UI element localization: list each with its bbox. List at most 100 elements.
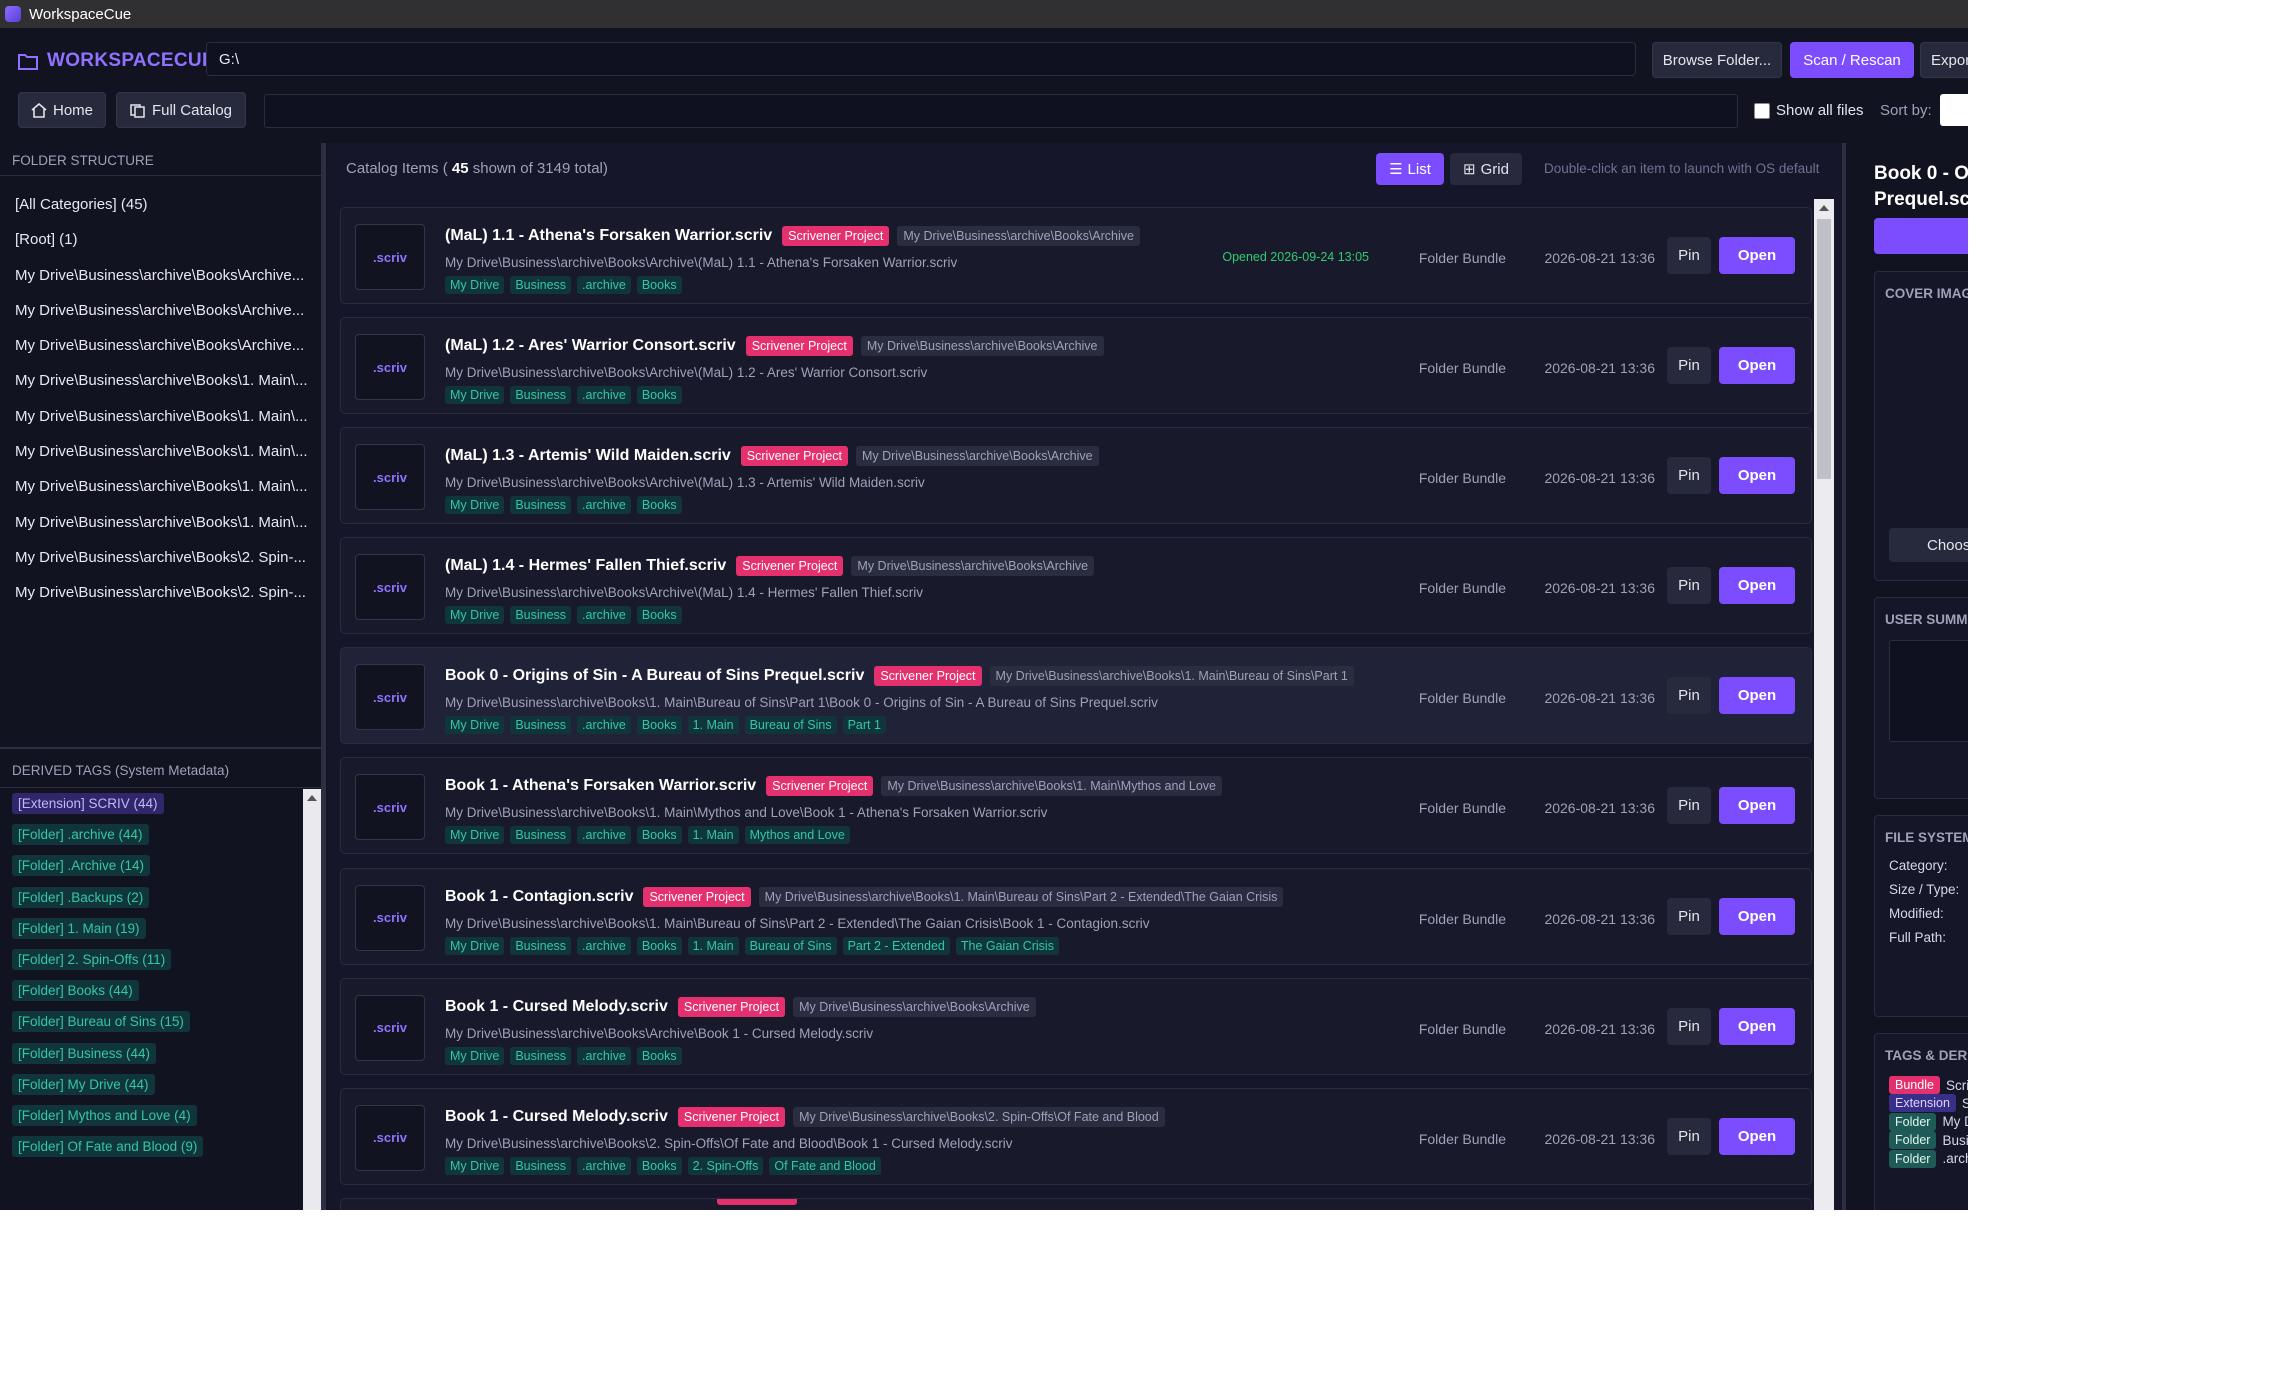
show-all-files-toggle[interactable]: Show all files bbox=[1754, 102, 1864, 119]
derived-tag[interactable]: [Folder] Business (44) bbox=[12, 1042, 157, 1064]
item-name: (MaL) 1.4 - Hermes' Fallen Thief.scriv bbox=[445, 557, 727, 575]
scan-rescan-button[interactable]: Scan / Rescan bbox=[1790, 42, 1914, 78]
catalog-item[interactable]: .scriv Book 0 - Origins of Sin - A Bureau… bbox=[340, 647, 1812, 745]
details-title: Book 0 - Or Prequel.scr bbox=[1874, 161, 1968, 213]
derived-tag[interactable]: [Folder] 2. Spin-Offs (11) bbox=[12, 948, 172, 970]
derived-tag[interactable]: [Folder] 1. Main (19) bbox=[12, 917, 146, 939]
window-title: WorkspaceCue bbox=[29, 5, 132, 23]
open-button[interactable]: Open bbox=[1719, 237, 1795, 274]
item-tags: My Drive Business .archive Books bbox=[445, 1046, 688, 1065]
list-view-button[interactable]: ☰ List bbox=[1376, 153, 1444, 185]
tags-derived-card: TAGS & DERI Bundle ScriExtension S Folder My… bbox=[1874, 1033, 1968, 1210]
pin-button[interactable]: Pin bbox=[1667, 1117, 1711, 1155]
item-tag: Books bbox=[636, 606, 682, 625]
item-opened-date: Opened 2026-09-24 13:05 bbox=[1222, 250, 1369, 264]
full-catalog-label: Full Catalog bbox=[151, 101, 233, 119]
full-catalog-button[interactable]: Full Catalog bbox=[116, 92, 246, 128]
derived-tag[interactable]: [Folder] Mythos and Love (4) bbox=[12, 1104, 197, 1126]
item-tag: My Drive bbox=[445, 826, 505, 845]
open-button[interactable]: Open bbox=[1719, 457, 1795, 495]
derived-tag[interactable]: [Folder] .archive (44) bbox=[12, 824, 149, 846]
item-kind: Folder Bundle bbox=[1418, 800, 1506, 817]
pin-button[interactable]: Pin bbox=[1667, 897, 1711, 935]
home-button[interactable]: Home bbox=[18, 92, 106, 128]
catalog-scrollbar[interactable] bbox=[1814, 199, 1834, 1210]
catalog-item[interactable]: .scriv (MaL) 1.1 - Athena's Forsaken Warr… bbox=[340, 207, 1812, 304]
summary-textarea[interactable] bbox=[1889, 640, 1968, 742]
item-tag: Of Fate and Blood bbox=[769, 1156, 881, 1175]
folder-item[interactable]: My Drive\Business\archive\Books\1. Main\… bbox=[0, 505, 311, 540]
pin-button[interactable]: Pin bbox=[1667, 787, 1711, 825]
browse-folder-button[interactable]: Browse Folder... bbox=[1652, 42, 1782, 78]
choose-cover-button[interactable]: Choose bbox=[1889, 528, 1968, 562]
item-path: My Drive\Business\archive\Books\Archive\… bbox=[445, 1025, 874, 1041]
catalog-item[interactable]: .scriv (MaL) 1.4 - Hermes' Fallen Thief.s… bbox=[340, 537, 1812, 635]
item-name: Book 1 - Contagion.scriv bbox=[445, 887, 634, 905]
path-input[interactable] bbox=[206, 42, 1636, 76]
item-title-row: Book 0 - Origins of Sin - A Bureau of Si… bbox=[445, 666, 1354, 687]
catalog-item[interactable]: .scriv Book 1 - Cursed Melody.scriv Scrive… bbox=[340, 977, 1812, 1075]
derived-tag[interactable]: [Folder] .Backups (2) bbox=[12, 886, 150, 908]
grid-view-button[interactable]: ⊞ Grid bbox=[1450, 153, 1522, 185]
scroll-up-icon[interactable] bbox=[307, 795, 317, 801]
derived-tag[interactable]: [Extension] SCRIV (44) bbox=[12, 793, 164, 814]
folder-item[interactable]: My Drive\Business\archive\Books\Archive.… bbox=[0, 328, 311, 363]
pin-button[interactable]: Pin bbox=[1667, 677, 1711, 715]
title-bar: WorkspaceCue bbox=[0, 0, 1968, 28]
fs-modified-label: Modified: bbox=[1889, 906, 1944, 921]
count-prefix: Catalog Items ( bbox=[346, 160, 448, 177]
open-button[interactable]: Open bbox=[1719, 347, 1795, 385]
catalog-item[interactable]: .scriv (MaL) 1.2 - Ares' Warrior Consort.… bbox=[340, 317, 1812, 415]
open-button[interactable]: Open bbox=[1719, 787, 1795, 825]
catalog-item[interactable]: .scriv Book 1 - Contagion.scriv Scrivener … bbox=[340, 867, 1812, 965]
catalog-item[interactable] bbox=[340, 1197, 1812, 1210]
sort-select[interactable] bbox=[1940, 94, 1968, 126]
catalog-item[interactable]: .scriv (MaL) 1.3 - Artemis' Wild Maiden.s… bbox=[340, 427, 1812, 525]
folder-item[interactable]: My Drive\Business\archive\Books\2. Spin-… bbox=[0, 540, 311, 575]
open-button[interactable]: Open bbox=[1719, 897, 1795, 935]
filter-input[interactable] bbox=[264, 94, 1738, 128]
file-system-card: FILE SYSTEM Category: Size / Type: Modif… bbox=[1874, 815, 1968, 1017]
fs-size-label: Size / Type: bbox=[1889, 882, 1960, 897]
pin-button[interactable]: Pin bbox=[1667, 457, 1711, 495]
derived-tag[interactable]: [Folder] Books (44) bbox=[12, 980, 139, 1002]
export-button[interactable]: Expor bbox=[1920, 42, 1968, 78]
open-button[interactable]: Open bbox=[1719, 567, 1795, 605]
open-button[interactable]: Open bbox=[1719, 1007, 1795, 1045]
item-type-badge: Scrivener Project bbox=[745, 336, 853, 357]
item-path: My Drive\Business\archive\Books\Archive\… bbox=[445, 585, 923, 601]
item-thumbnail: .scriv bbox=[355, 224, 425, 290]
item-date: 2026-08-21 13:36 bbox=[1544, 1020, 1655, 1037]
catalog-item[interactable]: .scriv Book 1 - Cursed Melody.scriv Scrive… bbox=[340, 1087, 1812, 1185]
scroll-up-icon[interactable] bbox=[1819, 205, 1829, 211]
launch-button[interactable] bbox=[1874, 218, 1968, 254]
grid-label: Grid bbox=[1480, 160, 1509, 178]
folder-item[interactable]: My Drive\Business\archive\Books\1. Main\… bbox=[0, 469, 311, 504]
folder-item[interactable]: My Drive\Business\archive\Books\1. Main\… bbox=[0, 363, 311, 398]
open-button[interactable]: Open bbox=[1719, 1117, 1795, 1155]
show-all-checkbox[interactable] bbox=[1754, 102, 1770, 119]
folder-item[interactable]: My Drive\Business\archive\Books\2. Spin-… bbox=[0, 575, 311, 610]
derived-tag[interactable]: [Folder] My Drive (44) bbox=[12, 1073, 155, 1095]
open-button[interactable]: Open bbox=[1719, 677, 1795, 715]
pin-button[interactable]: Pin bbox=[1667, 1007, 1711, 1045]
item-type-badge: Scrivener Project bbox=[677, 996, 786, 1017]
scroll-thumb[interactable] bbox=[1817, 219, 1831, 479]
scroll-thumb[interactable] bbox=[304, 809, 320, 1209]
pin-button[interactable]: Pin bbox=[1667, 237, 1711, 274]
detail-tag-type: Folder bbox=[1889, 1112, 1937, 1131]
folder-item[interactable]: My Drive\Business\archive\Books\Archive.… bbox=[0, 293, 311, 328]
derived-tag[interactable]: [Folder] Bureau of Sins (15) bbox=[12, 1011, 190, 1033]
pin-button[interactable]: Pin bbox=[1667, 567, 1711, 605]
folder-item[interactable]: My Drive\Business\archive\Books\1. Main\… bbox=[0, 434, 311, 469]
folder-item[interactable]: [Root] (1) bbox=[0, 222, 311, 257]
folder-item[interactable]: [All Categories] (45) bbox=[0, 187, 311, 222]
catalog-item[interactable]: .scriv Book 1 - Athena's Forsaken Warrior… bbox=[340, 757, 1812, 855]
folder-item[interactable]: My Drive\Business\archive\Books\1. Main\… bbox=[0, 399, 311, 434]
derived-tag[interactable]: [Folder] Of Fate and Blood (9) bbox=[12, 1136, 204, 1158]
derived-tag[interactable]: [Folder] .Archive (14) bbox=[12, 855, 151, 877]
folder-item[interactable]: My Drive\Business\archive\Books\Archive.… bbox=[0, 258, 311, 293]
item-path: My Drive\Business\archive\Books\1. Main\… bbox=[445, 915, 1150, 931]
tag-scrollbar[interactable] bbox=[303, 789, 321, 1210]
pin-button[interactable]: Pin bbox=[1667, 347, 1711, 385]
